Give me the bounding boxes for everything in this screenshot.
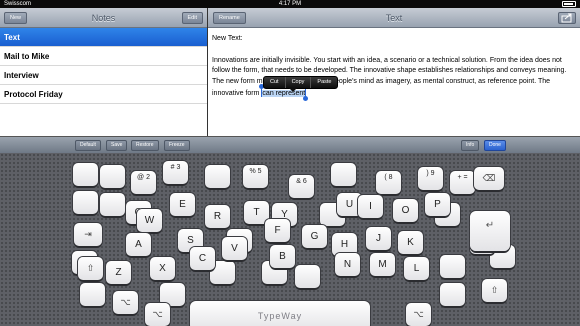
blank-key[interactable] bbox=[205, 165, 230, 188]
key-g[interactable]: G bbox=[302, 225, 327, 248]
key-label: % 5 bbox=[249, 168, 262, 175]
context-menu-arrow bbox=[289, 88, 297, 92]
note-nav-bar: Rename Text bbox=[208, 8, 580, 28]
blank-key[interactable] bbox=[73, 191, 98, 214]
key-label: @ 2 bbox=[137, 174, 150, 181]
key-w[interactable]: W bbox=[137, 209, 162, 232]
key-at-2[interactable]: @ 2 bbox=[131, 171, 156, 194]
paste-button[interactable]: Paste bbox=[311, 77, 337, 88]
default-button[interactable]: Default bbox=[75, 140, 101, 151]
key-plus-equals[interactable]: + = bbox=[450, 171, 475, 194]
key-label: ( 8 bbox=[384, 174, 393, 181]
blank-key[interactable] bbox=[331, 163, 356, 186]
key-paren-8[interactable]: ( 8 bbox=[376, 171, 401, 194]
key-percent-5[interactable]: % 5 bbox=[243, 165, 268, 188]
shift-key-left[interactable]: ⇧ bbox=[78, 257, 103, 280]
save-button[interactable]: Save bbox=[106, 140, 128, 151]
notes-nav-bar: New Notes Edit bbox=[0, 8, 207, 28]
selection-end-handle[interactable] bbox=[303, 87, 309, 101]
tab-key[interactable]: ⇥ bbox=[74, 223, 102, 246]
blank-key[interactable] bbox=[440, 283, 465, 306]
key-o[interactable]: O bbox=[393, 199, 418, 222]
list-item[interactable]: Interview bbox=[0, 66, 207, 85]
option-icon: ⌥ bbox=[152, 309, 163, 319]
key-a[interactable]: A bbox=[126, 233, 151, 256]
key-i[interactable]: I bbox=[358, 195, 383, 218]
key-j[interactable]: J bbox=[366, 227, 391, 250]
tab-icon: ⇥ bbox=[84, 229, 92, 239]
blank-key[interactable] bbox=[73, 163, 98, 186]
notes-title: Notes bbox=[91, 13, 116, 23]
key-x[interactable]: X bbox=[150, 257, 175, 280]
key-c[interactable]: C bbox=[190, 247, 215, 270]
option-key-center[interactable]: ⌥ bbox=[145, 303, 170, 326]
blank-key[interactable] bbox=[100, 165, 125, 188]
option-icon: ⌥ bbox=[413, 309, 424, 319]
selected-text: can represent bbox=[262, 89, 306, 97]
blank-key[interactable] bbox=[80, 283, 105, 306]
note-heading: New Text: bbox=[212, 35, 243, 42]
list-item[interactable]: Protocol Friday bbox=[0, 85, 207, 104]
edit-button[interactable]: Edit bbox=[181, 12, 203, 24]
done-button[interactable]: Done bbox=[484, 140, 506, 151]
clock: 4:17 PM bbox=[278, 1, 302, 7]
key-n[interactable]: N bbox=[335, 253, 360, 276]
key-hash-3[interactable]: # 3 bbox=[163, 161, 188, 184]
key-e[interactable]: E bbox=[170, 193, 195, 216]
info-button[interactable]: Info bbox=[461, 140, 480, 151]
selection-start-handle[interactable] bbox=[259, 83, 265, 97]
return-icon: ↵ bbox=[485, 220, 495, 231]
key-k[interactable]: K bbox=[398, 231, 423, 254]
freeze-button[interactable]: Freeze bbox=[164, 140, 190, 151]
share-icon bbox=[561, 13, 572, 23]
key-label: # 3 bbox=[170, 164, 181, 171]
option-icon: ⌥ bbox=[120, 297, 131, 307]
share-button[interactable] bbox=[558, 12, 576, 24]
restore-button[interactable]: Restore bbox=[131, 140, 159, 151]
key-paren-9[interactable]: ) 9 bbox=[418, 167, 443, 190]
blank-key[interactable] bbox=[440, 255, 465, 278]
space-bar[interactable]: TypeWay bbox=[190, 301, 370, 326]
key-l[interactable]: L bbox=[404, 257, 429, 280]
battery-icon bbox=[562, 1, 576, 7]
blank-key[interactable] bbox=[100, 193, 125, 216]
key-p[interactable]: P bbox=[425, 193, 450, 216]
backspace-icon: ⌫ bbox=[482, 173, 496, 183]
key-label: + = bbox=[457, 174, 468, 181]
note-title: Text bbox=[385, 13, 403, 23]
shift-icon: ⇧ bbox=[86, 263, 95, 273]
key-label: & 6 bbox=[296, 178, 307, 185]
list-item[interactable]: Mail to Mike bbox=[0, 47, 207, 66]
key-label: ) 9 bbox=[426, 170, 435, 177]
key-z[interactable]: Z bbox=[106, 261, 131, 284]
status-bar: Swisscom 4:17 PM bbox=[0, 0, 580, 8]
cut-button[interactable]: Cut bbox=[264, 77, 286, 88]
key-b[interactable]: B bbox=[270, 245, 295, 268]
edit-context-menu: Cut Copy Paste bbox=[263, 76, 339, 89]
key-v[interactable]: V bbox=[222, 237, 247, 260]
key-m[interactable]: M bbox=[370, 253, 395, 276]
option-key-right[interactable]: ⌥ bbox=[406, 303, 431, 326]
keyboard-toolbar: Default Save Restore Freeze Info Done bbox=[0, 136, 580, 153]
copy-button[interactable]: Copy bbox=[286, 77, 312, 88]
blank-key[interactable] bbox=[295, 265, 320, 288]
backspace-key[interactable]: ⌫ bbox=[474, 167, 504, 190]
typeway-keyboard: @ 2 # 3 % 5 & 6 ( 8 ) 9 + = Q W E R T Y … bbox=[0, 153, 580, 326]
list-item[interactable]: Text bbox=[0, 28, 207, 47]
shift-key-right[interactable]: ⇧ bbox=[482, 279, 507, 302]
key-r[interactable]: R bbox=[205, 205, 230, 228]
ipad-screen: Swisscom 4:17 PM New Notes Edit Rename T… bbox=[0, 0, 580, 326]
key-amp-6[interactable]: & 6 bbox=[289, 175, 314, 198]
shift-icon: ⇧ bbox=[490, 285, 499, 295]
notes-list: Text Mail to Mike Interview Protocol Fri… bbox=[0, 28, 207, 136]
key-f[interactable]: F bbox=[265, 219, 290, 242]
option-key-left[interactable]: ⌥ bbox=[113, 291, 138, 314]
return-key[interactable]: ↵ bbox=[470, 211, 510, 251]
